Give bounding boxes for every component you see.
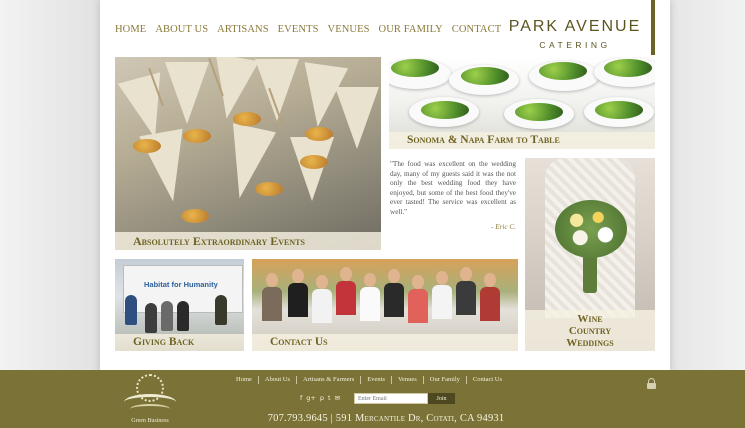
events-caption: Absolutely Extraordinary Events	[115, 232, 381, 250]
wave-icon	[130, 404, 170, 414]
logo-title: PARK AVENUE	[508, 18, 642, 35]
testimonial-author: - Eric C.	[491, 223, 516, 231]
wedding-caption-line: Wine	[577, 313, 603, 325]
main-nav: HOME ABOUT US ARTISANS EVENTS VENUES OUR…	[115, 24, 510, 35]
site-logo[interactable]: PARK AVENUE CATERING	[500, 18, 650, 52]
farm-caption: Sonoma & Napa Farm to Table	[389, 132, 655, 149]
person-image	[288, 283, 308, 317]
person-image	[262, 287, 282, 321]
nav-about-us[interactable]: ABOUT US	[155, 24, 208, 35]
nav-home[interactable]: HOME	[115, 24, 146, 35]
newsletter-email-input[interactable]	[354, 393, 428, 404]
nav-artisans[interactable]: ARTISANS	[217, 24, 269, 35]
person-image	[340, 267, 352, 281]
person-image	[460, 267, 472, 281]
pinterest-icon[interactable]: p	[320, 394, 324, 402]
wine-country-weddings-tile[interactable]: Wine Country Weddings	[525, 158, 655, 351]
salad-image	[604, 59, 652, 77]
volunteer-image	[161, 301, 173, 331]
logo-accent-bar	[651, 0, 655, 55]
person-image	[456, 281, 476, 315]
main-page: HOME ABOUT US ARTISANS EVENTS VENUES OUR…	[100, 0, 670, 372]
food-image	[233, 112, 261, 126]
footer-nav-venues[interactable]: Venues	[392, 376, 424, 384]
person-image	[436, 271, 448, 285]
page-background-left	[0, 0, 100, 372]
person-image	[360, 287, 380, 321]
person-image	[384, 283, 404, 317]
lock-body	[647, 383, 656, 389]
person-image	[412, 275, 424, 289]
habitat-truck-text: Habitat for Humanity	[144, 280, 218, 289]
social-links: f g+ p t ✉	[300, 394, 340, 402]
person-image	[316, 275, 328, 289]
person-image	[484, 273, 496, 287]
salad-image	[391, 59, 439, 77]
bouquet-image	[555, 200, 627, 258]
person-image	[388, 269, 400, 283]
green-business-badge[interactable]: Green Business	[122, 374, 178, 426]
food-image	[133, 139, 161, 153]
lock-icon[interactable]	[647, 378, 656, 389]
giving-caption: Giving Back	[115, 334, 244, 351]
footer-nav-home[interactable]: Home	[236, 376, 259, 384]
salad-image	[461, 67, 509, 85]
giving-back-tile[interactable]: Habitat for Humanity Giving Back	[115, 259, 244, 351]
food-image	[300, 155, 328, 169]
food-image	[181, 209, 209, 223]
footer-nav: Home About Us Artisans & Farmers Events …	[236, 376, 508, 384]
salad-image	[539, 62, 587, 80]
person-image	[480, 287, 500, 321]
wedding-caption: Wine Country Weddings	[525, 310, 655, 351]
contact-caption: Contact Us	[252, 334, 518, 351]
food-image	[183, 129, 211, 143]
nav-events[interactable]: EVENTS	[278, 24, 319, 35]
footer-nav-contact-us[interactable]: Contact Us	[467, 376, 508, 384]
cone-image	[290, 137, 334, 201]
person-image	[266, 273, 278, 287]
food-image	[305, 127, 333, 141]
volunteer-image	[215, 295, 227, 325]
person-image	[292, 269, 304, 283]
nav-contact[interactable]: CONTACT	[452, 24, 501, 35]
footer-nav-about-us[interactable]: About Us	[259, 376, 297, 384]
person-image	[364, 273, 376, 287]
person-image	[408, 289, 428, 323]
nav-our-family[interactable]: OUR FAMILY	[379, 24, 443, 35]
cone-image	[335, 87, 379, 149]
events-tile[interactable]: Absolutely Extraordinary Events	[115, 57, 381, 250]
person-image	[312, 289, 332, 323]
volunteer-image	[125, 295, 137, 325]
salad-image	[515, 103, 563, 121]
wedding-caption-line: Country	[568, 325, 612, 337]
food-image	[255, 182, 283, 196]
footer-nav-our-family[interactable]: Our Family	[424, 376, 467, 384]
wedding-caption-line: Weddings	[566, 337, 614, 349]
volunteer-image	[145, 303, 157, 333]
bouquet-stems-image	[583, 253, 597, 293]
salad-image	[421, 101, 469, 119]
facebook-icon[interactable]: f	[300, 394, 302, 402]
join-button[interactable]: Join	[428, 393, 455, 404]
green-business-label: Green Business	[131, 418, 169, 424]
footer-nav-events[interactable]: Events	[361, 376, 392, 384]
twitter-icon[interactable]: t	[328, 394, 331, 402]
email-icon[interactable]: ✉	[335, 394, 340, 402]
testimonial-quote: "The food was excellent on the wedding d…	[390, 160, 516, 216]
footer-address: 707.793.9645 | 591 Mercantile Dr, Cotati…	[267, 413, 505, 424]
volunteer-image	[177, 301, 189, 331]
salad-image	[595, 101, 643, 119]
person-image	[432, 285, 452, 319]
contact-us-tile[interactable]: Contact Us	[252, 259, 518, 351]
farm-to-table-tile[interactable]: Sonoma & Napa Farm to Table	[389, 57, 655, 149]
nav-venues[interactable]: VENUES	[328, 24, 370, 35]
person-image	[336, 281, 356, 315]
footer-nav-artisans[interactable]: Artisans & Farmers	[297, 376, 362, 384]
logo-subtitle: CATERING	[539, 40, 611, 50]
google-plus-icon[interactable]: g+	[306, 394, 316, 402]
cone-image	[165, 62, 209, 124]
